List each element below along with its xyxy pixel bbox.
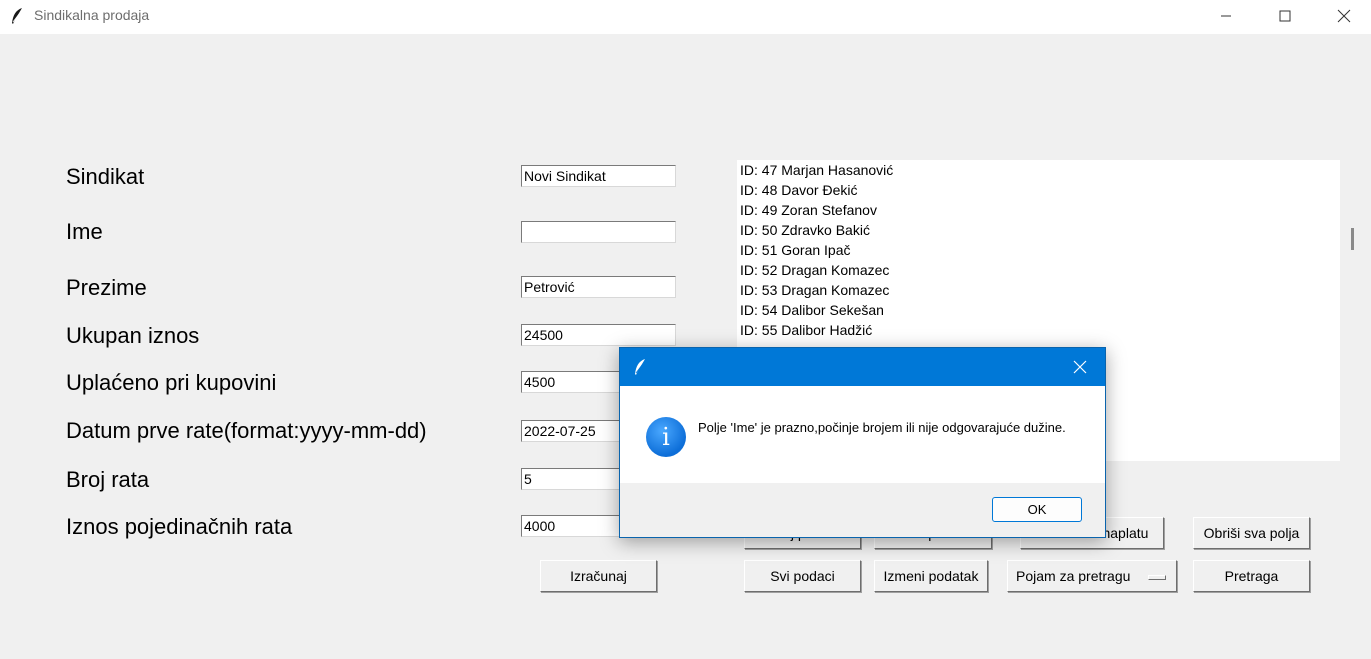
dialog-body: i Polje 'Ime' je prazno,počinje brojem i… [620,386,1105,483]
label-prezime: Prezime [66,275,147,300]
maximize-button[interactable] [1262,0,1308,32]
close-icon [1337,9,1351,23]
all-records-button[interactable]: Svi podaci [744,560,861,592]
list-item[interactable]: ID: 52 Dragan Komazec [737,260,1340,280]
option-menu-indicator-icon [1148,575,1166,580]
ok-button[interactable]: OK [992,497,1082,522]
info-icon: i [646,417,686,457]
message-dialog: i Polje 'Ime' je prazno,počinje brojem i… [619,347,1106,538]
label-iznos-rata: Iznos pojedinačnih rata [66,514,293,539]
close-button[interactable] [1321,0,1367,32]
ime-input[interactable] [521,221,676,243]
search-button[interactable]: Pretraga [1193,560,1310,592]
clear-fields-button[interactable]: Obriši sva polja [1193,517,1310,549]
calculate-button[interactable]: Izračunaj [540,560,657,592]
list-item[interactable]: ID: 48 Davor Đekić [737,180,1340,200]
search-term-label: Pojam za pretragu [1016,568,1131,584]
listbox-scrollbar[interactable] [1351,228,1354,250]
maximize-icon [1279,10,1291,22]
ukupan-iznos-input[interactable]: 24500 [521,324,676,346]
title-bar: Sindikalna prodaja [0,0,1371,34]
minimize-button[interactable] [1203,0,1249,32]
dialog-footer: OK [620,483,1105,537]
edit-record-button[interactable]: Izmeni podatak [874,560,988,592]
list-item[interactable]: ID: 55 Dalibor Hadžić [737,320,1340,340]
list-item[interactable]: ID: 47 Marjan Hasanović [737,160,1340,180]
list-item[interactable]: ID: 53 Dragan Komazec [737,280,1340,300]
label-ime: Ime [66,219,103,244]
close-icon [1073,360,1087,374]
window-title: Sindikalna prodaja [34,7,150,23]
label-uplaceno: Uplaćeno pri kupovini [66,370,277,395]
dialog-message: Polje 'Ime' je prazno,počinje brojem ili… [698,420,1066,435]
label-broj-rata: Broj rata [66,467,150,492]
label-sindikat: Sindikat [66,164,145,189]
label-ukupan-iznos: Ukupan iznos [66,323,200,348]
list-item[interactable]: ID: 49 Zoran Stefanov [737,200,1340,220]
dialog-close-button[interactable] [1068,356,1092,378]
label-datum: Datum prve rate(format:yyyy-mm-dd) [66,418,427,443]
list-item[interactable]: ID: 51 Goran Ipač [737,240,1340,260]
list-item[interactable]: ID: 54 Dalibor Sekešan [737,300,1340,320]
sindikat-input[interactable]: Novi Sindikat [521,165,676,187]
minimize-icon [1221,15,1231,17]
dialog-title-bar [620,348,1105,386]
search-term-dropdown[interactable]: Pojam za pretragu [1007,560,1177,592]
feather-icon [12,8,22,24]
prezime-input[interactable]: Petrović [521,276,676,298]
feather-icon [635,359,645,375]
list-item[interactable]: ID: 50 Zdravko Bakić [737,220,1340,240]
